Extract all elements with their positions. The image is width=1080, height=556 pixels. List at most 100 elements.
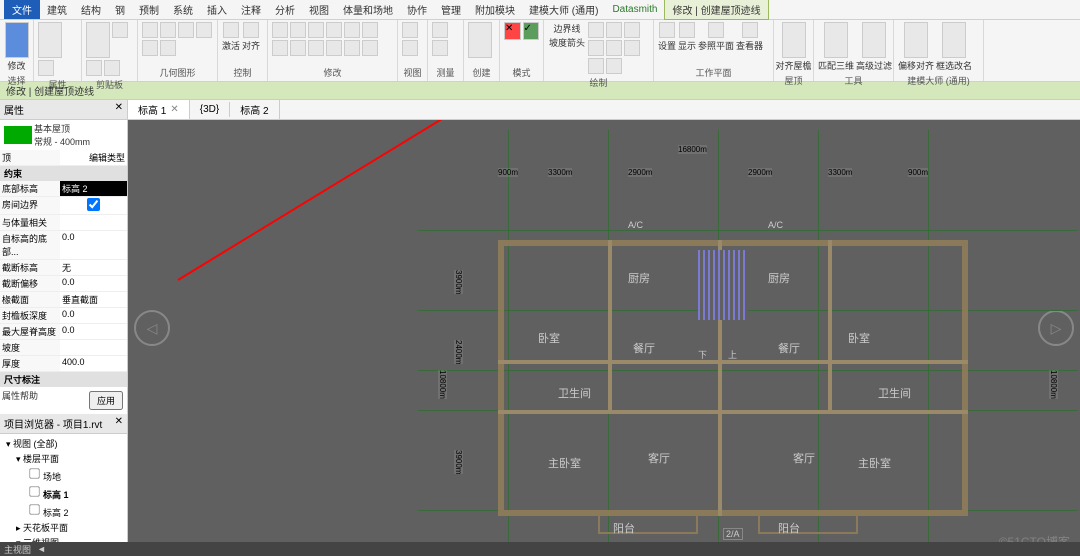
- edit-type-btn[interactable]: 编辑类型: [89, 153, 125, 163]
- close-icon[interactable]: ✕: [115, 102, 123, 117]
- prop-value[interactable]: 无: [60, 260, 127, 275]
- boundary-line-btn[interactable]: 边界线: [554, 22, 581, 35]
- box-rename-icon[interactable]: [942, 22, 966, 58]
- arc-icon[interactable]: [606, 40, 622, 56]
- split2-icon[interactable]: [290, 40, 306, 56]
- split-icon[interactable]: [196, 22, 212, 38]
- paint-icon[interactable]: [160, 40, 176, 56]
- tree-item[interactable]: ▸ 天花板平面: [2, 520, 125, 535]
- type-icon[interactable]: [38, 60, 54, 76]
- tree-item[interactable]: 标高 2: [2, 502, 125, 520]
- array-icon[interactable]: [308, 40, 324, 56]
- viewtab-level2[interactable]: 标高 2: [230, 100, 279, 119]
- tab-analyze[interactable]: 分析: [268, 0, 302, 19]
- tab-master[interactable]: 建模大师 (通用): [522, 0, 605, 19]
- poly-icon[interactable]: [624, 22, 640, 38]
- finish-icon[interactable]: ✓: [523, 22, 540, 40]
- spline-icon[interactable]: [624, 40, 640, 56]
- measure-icon[interactable]: [432, 22, 448, 38]
- filter-icon[interactable]: [862, 22, 886, 58]
- status-back-icon[interactable]: ◄: [37, 544, 46, 554]
- drawing-canvas[interactable]: ◁ ▷ 1 2 3 4: [128, 120, 1080, 556]
- prop-value[interactable]: 0.0: [60, 231, 127, 259]
- align-ctrl-icon[interactable]: [243, 22, 259, 38]
- viewtab-level1[interactable]: 标高 1✕: [128, 100, 190, 119]
- viewer-icon[interactable]: [742, 22, 758, 38]
- cut-geom-icon[interactable]: [160, 22, 176, 38]
- prop-value[interactable]: [60, 197, 127, 214]
- delete-icon[interactable]: [362, 40, 378, 56]
- align-icon[interactable]: [272, 22, 288, 38]
- project-browser[interactable]: ▾ 视图 (全部)▾ 楼层平面场地标高 1标高 2▸ 天花板平面▾ 三维视图{3…: [0, 434, 127, 556]
- tree-item[interactable]: ▾ 楼层平面: [2, 451, 125, 466]
- tab-steel[interactable]: 钢: [108, 0, 132, 19]
- move-icon[interactable]: [326, 22, 342, 38]
- tree-item[interactable]: ▾ 视图 (全部): [2, 436, 125, 451]
- prop-value[interactable]: 0.0: [60, 276, 127, 291]
- slope-arrow-btn[interactable]: 坡度箭头: [549, 36, 585, 49]
- tab-datasmith[interactable]: Datasmith: [605, 2, 664, 17]
- tab-massing[interactable]: 体量和场地: [336, 0, 400, 19]
- tab-systems[interactable]: 系统: [166, 0, 200, 19]
- prop-help[interactable]: 属性帮助: [2, 391, 38, 401]
- tab-insert[interactable]: 插入: [200, 0, 234, 19]
- tab-arch[interactable]: 建筑: [40, 0, 74, 19]
- offset-icon[interactable]: [290, 22, 306, 38]
- prop-value[interactable]: [60, 340, 127, 355]
- paste-icon[interactable]: [86, 22, 110, 58]
- copy-icon[interactable]: [86, 60, 102, 76]
- join-icon[interactable]: [178, 22, 194, 38]
- tab-manage[interactable]: 管理: [434, 0, 468, 19]
- dim-icon[interactable]: [432, 40, 448, 56]
- prop-value[interactable]: 0.0: [60, 308, 127, 323]
- tab-view[interactable]: 视图: [302, 0, 336, 19]
- tree-item[interactable]: 场地: [2, 466, 125, 484]
- cancel-icon[interactable]: ✕: [504, 22, 521, 40]
- match3d-icon[interactable]: [824, 22, 848, 58]
- apply-button[interactable]: 应用: [89, 391, 123, 410]
- offset-align-icon[interactable]: [904, 22, 928, 58]
- tab-annotate[interactable]: 注释: [234, 0, 268, 19]
- nav-left-icon[interactable]: ◁: [134, 310, 170, 346]
- copy2-icon[interactable]: [344, 22, 360, 38]
- scale-icon[interactable]: [326, 40, 342, 56]
- ellipse-icon[interactable]: [588, 58, 604, 74]
- activate-icon[interactable]: [223, 22, 239, 38]
- cope-icon[interactable]: [142, 22, 158, 38]
- ref-plane-icon[interactable]: [708, 22, 724, 38]
- tab-collab[interactable]: 协作: [400, 0, 434, 19]
- prop-value[interactable]: [60, 215, 127, 230]
- viewtab-3d[interactable]: {3D}: [190, 102, 230, 117]
- show-icon[interactable]: [679, 22, 695, 38]
- view2-icon[interactable]: [402, 40, 418, 56]
- circle-icon[interactable]: [588, 40, 604, 56]
- rect-icon[interactable]: [606, 22, 622, 38]
- pick-icon[interactable]: [606, 58, 622, 74]
- tab-struct[interactable]: 结构: [74, 0, 108, 19]
- prop-value[interactable]: 400.0: [60, 356, 127, 371]
- match-icon[interactable]: [104, 60, 120, 76]
- mirror-icon[interactable]: [308, 22, 324, 38]
- properties-icon[interactable]: [38, 22, 62, 58]
- rotate-icon[interactable]: [362, 22, 378, 38]
- tab-modify-context[interactable]: 修改 | 创建屋顶迹线: [664, 0, 768, 20]
- trim-icon[interactable]: [272, 40, 288, 56]
- file-tab[interactable]: 文件: [4, 0, 40, 19]
- pin-icon[interactable]: [344, 40, 360, 56]
- tree-item[interactable]: 标高 1: [2, 484, 125, 502]
- set-icon[interactable]: [659, 22, 675, 38]
- prop-value[interactable]: 垂直截面: [60, 292, 127, 307]
- tab-addins[interactable]: 附加模块: [468, 0, 522, 19]
- close-tab-icon[interactable]: ✕: [170, 104, 178, 115]
- notch-icon[interactable]: [142, 40, 158, 56]
- nav-right-icon[interactable]: ▷: [1038, 310, 1074, 346]
- create-icon[interactable]: [468, 22, 492, 58]
- prop-value[interactable]: 标高 2: [60, 181, 127, 196]
- line-icon[interactable]: [588, 22, 604, 38]
- prop-value[interactable]: 0.0: [60, 324, 127, 339]
- cut-icon[interactable]: [112, 22, 128, 38]
- modify-icon[interactable]: [5, 22, 29, 58]
- view-icon[interactable]: [402, 22, 418, 38]
- close-icon[interactable]: ✕: [115, 416, 123, 431]
- tab-precast[interactable]: 预制: [132, 0, 166, 19]
